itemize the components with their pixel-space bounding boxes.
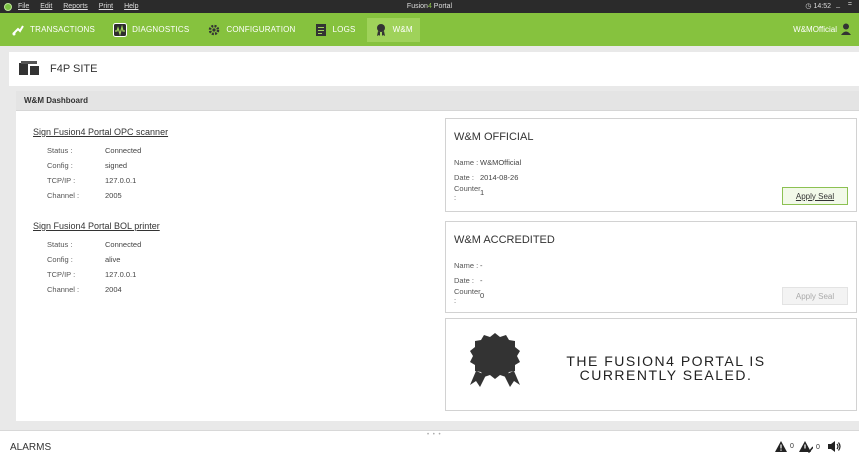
tab-diagnostics[interactable]: DIAGNOSTICS — [106, 18, 196, 42]
ack-count: 0 — [816, 443, 820, 451]
tab-logs[interactable]: LOGS — [307, 18, 363, 42]
main-toolbar: TRANSACTIONS DIAGNOSTICS CONFIGURATION L… — [0, 13, 859, 46]
site-icon — [18, 60, 40, 78]
tab-label: CONFIGURATION — [226, 25, 296, 34]
user-icon — [841, 23, 851, 35]
alarms-bar: • • • ALARMS 0 0 — [0, 430, 859, 461]
alarm-warning-indicator[interactable]: 0 — [775, 441, 794, 452]
clock-time: 14:52 — [813, 3, 831, 10]
device-field: Status : Connected — [47, 240, 142, 249]
apply-seal-accredited-button[interactable]: Apply Seal — [782, 287, 848, 305]
device-opc-scanner: Sign Fusion4 Portal OPC scanner Status :… — [33, 127, 168, 203]
tab-transactions[interactable]: TRANSACTIONS — [4, 18, 102, 42]
clock-icon: ◷ — [805, 3, 812, 10]
window-controls[interactable]: _ = — [836, 1, 855, 8]
card-field: Name : W&MOfficial — [454, 158, 522, 167]
card-field: Date :- — [454, 276, 483, 285]
device-field: TCP/IP :127.0.0.1 — [47, 270, 137, 279]
seal-badge-icon — [462, 331, 528, 391]
warning-ack-icon — [799, 441, 813, 453]
window-title: Fusion4 Portal — [406, 3, 453, 10]
tab-label: TRANSACTIONS — [30, 25, 96, 34]
user-name: W&MOfficial — [793, 24, 837, 34]
site-label: F4P SITE — [50, 63, 98, 75]
device-field: Status : Connected — [47, 146, 142, 155]
device-field: Channel :2005 — [47, 191, 122, 200]
tab-label: W&M — [392, 25, 413, 34]
device-title[interactable]: Sign Fusion4 Portal OPC scanner — [33, 127, 168, 137]
diagnostics-icon — [113, 22, 128, 37]
site-header: F4P SITE — [9, 52, 859, 86]
tab-wm[interactable]: W&M — [366, 17, 420, 42]
user-menu[interactable]: W&MOfficial — [793, 23, 851, 35]
device-field: Config : alive — [47, 255, 121, 264]
card-field: Name :- — [454, 261, 483, 270]
apply-seal-official-button[interactable]: Apply Seal — [782, 187, 848, 205]
alarm-ack-indicator[interactable]: 0 — [799, 441, 820, 453]
card-title: W&M OFFICIAL — [454, 131, 534, 143]
sound-toggle[interactable] — [828, 441, 841, 452]
clock: ◷ 14:52 — [805, 2, 831, 10]
seal-message: THE FUSION4 PORTAL IS CURRENTLY SEALED. — [566, 353, 766, 383]
device-field: TCP/IP :127.0.0.1 — [47, 176, 137, 185]
tab-configuration[interactable]: CONFIGURATION — [200, 18, 302, 42]
warning-count: 0 — [790, 443, 794, 450]
gear-icon — [207, 23, 221, 37]
dashboard-header: W&M Dashboard — [16, 91, 859, 111]
card-title: W&M ACCREDITED — [454, 234, 555, 246]
warning-icon — [775, 441, 787, 452]
wm-official-card: W&M OFFICIAL Name : W&MOfficial Date :201… — [445, 118, 857, 212]
card-field: Date :2014-08-26 — [454, 173, 519, 182]
resize-grip[interactable]: • • • — [427, 432, 442, 438]
device-bol-printer: Sign Fusion4 Portal BOL printer Status :… — [33, 221, 160, 297]
seal-status-box: THE FUSION4 PORTAL IS CURRENTLY SEALED. — [445, 318, 857, 411]
device-field: Channel :2004 — [47, 285, 122, 294]
tab-label: LOGS — [332, 25, 356, 34]
title-bar: File Edit Reports Print Help Fusion4 Por… — [0, 0, 859, 13]
logs-icon — [314, 23, 328, 37]
device-title[interactable]: Sign Fusion4 Portal BOL printer — [33, 221, 160, 231]
alarms-title[interactable]: ALARMS — [10, 442, 51, 453]
transactions-icon — [11, 23, 25, 37]
tab-label: DIAGNOSTICS — [132, 25, 190, 34]
seal-icon — [374, 23, 388, 37]
wm-accredited-card: W&M ACCREDITED Name :- Date :- Counter :… — [445, 221, 857, 313]
device-field: Config : signed — [47, 161, 128, 170]
speaker-icon — [828, 441, 841, 452]
